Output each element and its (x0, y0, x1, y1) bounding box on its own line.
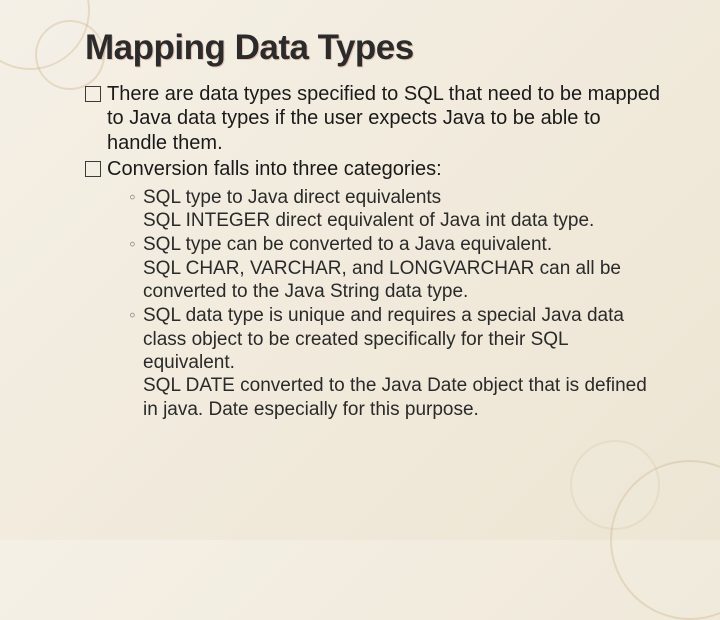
sub-bullet-item: ◦ SQL data type is unique and requires a… (129, 304, 665, 421)
bullet-text: There are data types specified to SQL th… (107, 83, 660, 154)
sub-bullet-head: SQL type can be converted to a Java equi… (143, 234, 552, 255)
bullet-item: Conversion falls into three categories: … (85, 157, 665, 421)
sub-bullet-head: SQL data type is unique and requires a s… (143, 305, 624, 373)
sub-bullet-marker: ◦ (129, 233, 136, 256)
sub-bullet-list: ◦ SQL type to Java direct equivalents SQ… (107, 186, 665, 422)
sub-bullet-marker: ◦ (129, 186, 136, 209)
sub-bullet-desc: SQL CHAR, VARCHAR, and LONGVARCHAR can a… (143, 257, 665, 304)
bullet-list: There are data types specified to SQL th… (85, 82, 665, 421)
bullet-item: There are data types specified to SQL th… (85, 82, 665, 155)
slide-content: Mapping Data Types There are data types … (0, 0, 720, 443)
slide-title: Mapping Data Types (85, 28, 665, 68)
sub-bullet-desc: SQL DATE converted to the Java Date obje… (143, 374, 665, 421)
decorative-circle (570, 440, 660, 530)
sub-bullet-marker: ◦ (129, 304, 136, 327)
sub-bullet-head: SQL type to Java direct equivalents (143, 187, 441, 208)
bullet-text: Conversion falls into three categories: (107, 158, 442, 180)
sub-bullet-desc: SQL INTEGER direct equivalent of Java in… (143, 209, 665, 232)
sub-bullet-item: ◦ SQL type to Java direct equivalents SQ… (129, 186, 665, 233)
sub-bullet-item: ◦ SQL type can be converted to a Java eq… (129, 233, 665, 303)
